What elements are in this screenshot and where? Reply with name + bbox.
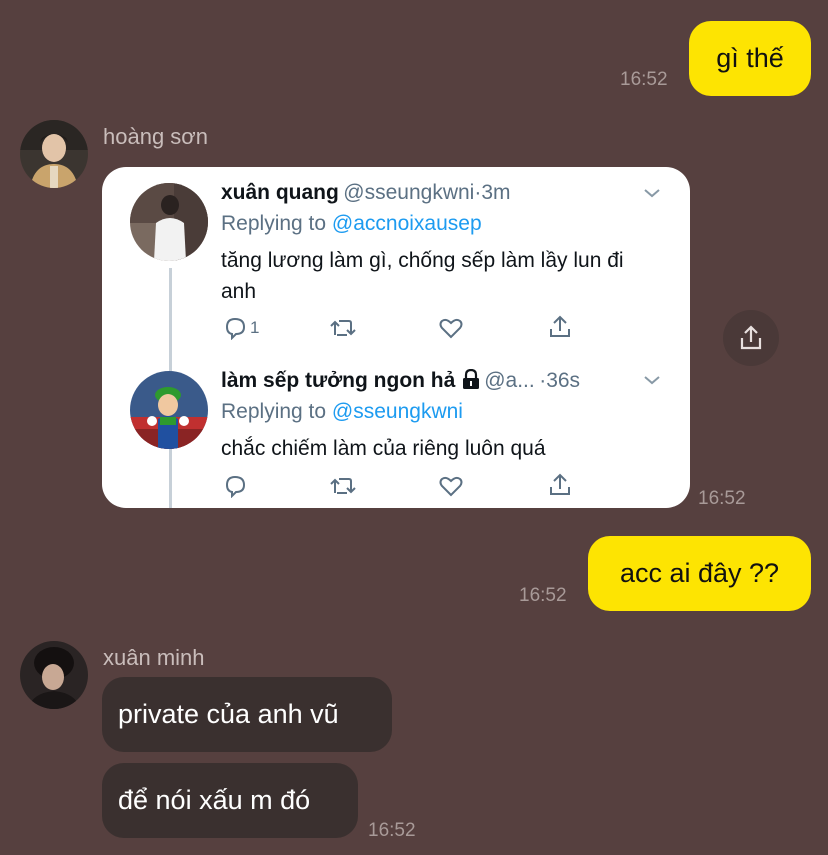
chevron-down-icon[interactable] — [642, 183, 662, 208]
outgoing-message-bubble[interactable]: gì thế — [689, 21, 811, 96]
tweet-header: xuân quang @sseungkwni·3m — [221, 181, 511, 205]
message-text: private của anh vũ — [118, 699, 339, 729]
message-time: 16:52 — [620, 69, 668, 90]
like-icon[interactable] — [438, 316, 464, 345]
outgoing-message-bubble[interactable]: acc ai đây ?? — [588, 536, 811, 611]
chevron-down-icon[interactable] — [642, 370, 662, 395]
reply-mention-link[interactable]: @sseungkwni — [332, 400, 463, 423]
message-text: để nói xấu m đó — [118, 785, 311, 815]
avatar[interactable] — [20, 120, 88, 188]
reply-count: 1 — [250, 318, 260, 337]
replying-to: Replying to @accnoixausep — [221, 212, 482, 236]
tweet-text: tăng lương làm gì, chống sếp làm lầy lun… — [221, 249, 624, 303]
avatar[interactable] — [20, 641, 88, 709]
share-icon[interactable] — [547, 314, 573, 345]
sender-name: hoàng sơn — [103, 124, 208, 149]
tweet-author-handle[interactable]: @sseungkwni — [343, 181, 474, 204]
tweet-author-name[interactable]: làm sếp tưởng ngon hả — [221, 369, 455, 392]
replying-to: Replying to @sseungkwni — [221, 400, 463, 424]
tweet-avatar — [130, 183, 208, 261]
reply-icon[interactable] — [222, 474, 248, 503]
lock-icon — [462, 368, 480, 394]
tweet-text: chắc chiếm làm của riêng luôn quá — [221, 437, 546, 460]
message-text: acc ai đây ?? — [619, 558, 780, 588]
like-icon[interactable] — [438, 474, 464, 503]
tweet-avatar — [130, 371, 208, 449]
sender-name: xuân minh — [103, 645, 205, 670]
message-text: gì thế — [716, 43, 784, 73]
tweet-author-handle[interactable]: @a... — [484, 369, 535, 392]
message-time: 16:52 — [519, 585, 567, 606]
tweet-age: 3m — [481, 181, 511, 204]
tweet-age: 36s — [546, 369, 581, 392]
retweet-icon[interactable] — [329, 474, 357, 503]
reply-action[interactable]: 1 — [222, 316, 259, 340]
message-time: 16:52 — [698, 488, 746, 509]
retweet-icon[interactable] — [329, 316, 357, 345]
tweet-author-name[interactable]: xuân quang — [221, 181, 339, 204]
message-time: 16:52 — [368, 820, 416, 841]
replying-to-label: Replying to — [221, 400, 332, 423]
incoming-message-bubble[interactable]: để nói xấu m đó — [102, 763, 358, 838]
share-icon — [740, 325, 762, 350]
reply-mention-link[interactable]: @accnoixausep — [332, 212, 482, 235]
tweet-screenshot-image[interactable]: xuân quang @sseungkwni·3m Replying to @a… — [102, 167, 690, 508]
reply-icon — [225, 317, 246, 340]
tweet-header: làm sếp tưởng ngon hả @a... ·36s — [221, 368, 581, 394]
replying-to-label: Replying to — [221, 212, 332, 235]
incoming-message-bubble[interactable]: private của anh vũ — [102, 677, 392, 752]
share-icon[interactable] — [547, 472, 573, 503]
share-image-button[interactable] — [723, 310, 779, 366]
